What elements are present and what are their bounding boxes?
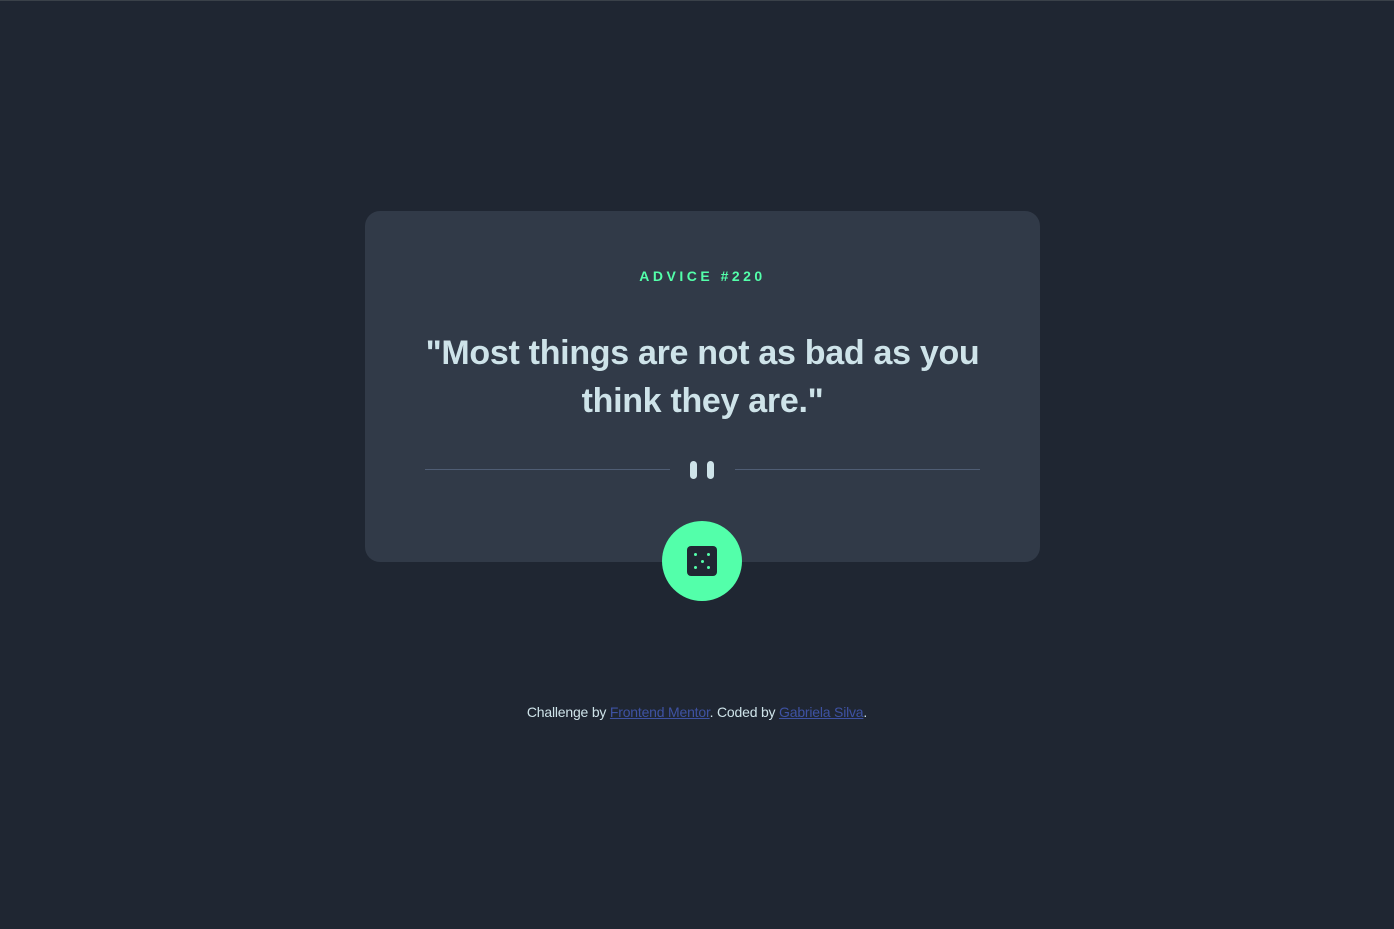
attribution-prefix: Challenge by xyxy=(526,704,610,720)
attribution-middle: . Coded by xyxy=(709,704,780,720)
dice-icon xyxy=(687,546,717,576)
pause-icon xyxy=(689,459,716,481)
advice-quote: "Most things are not as bad as you think… xyxy=(425,334,980,420)
advice-card: ADVICE #220 "Most things are not as bad … xyxy=(365,211,1040,562)
advice-number: ADVICE #220 xyxy=(639,268,766,284)
author-link[interactable]: Gabriela Silva xyxy=(779,704,864,720)
frontend-mentor-link[interactable]: Frontend Mentor xyxy=(610,704,710,720)
divider-line-right xyxy=(735,469,980,470)
pattern-divider xyxy=(425,459,980,481)
divider-line-left xyxy=(425,469,670,470)
new-advice-button[interactable] xyxy=(662,521,742,601)
attribution-suffix: . xyxy=(863,704,868,720)
window-top-border xyxy=(0,0,1394,1)
attribution: Challenge by Frontend Mentor. Coded by G… xyxy=(0,702,1394,722)
